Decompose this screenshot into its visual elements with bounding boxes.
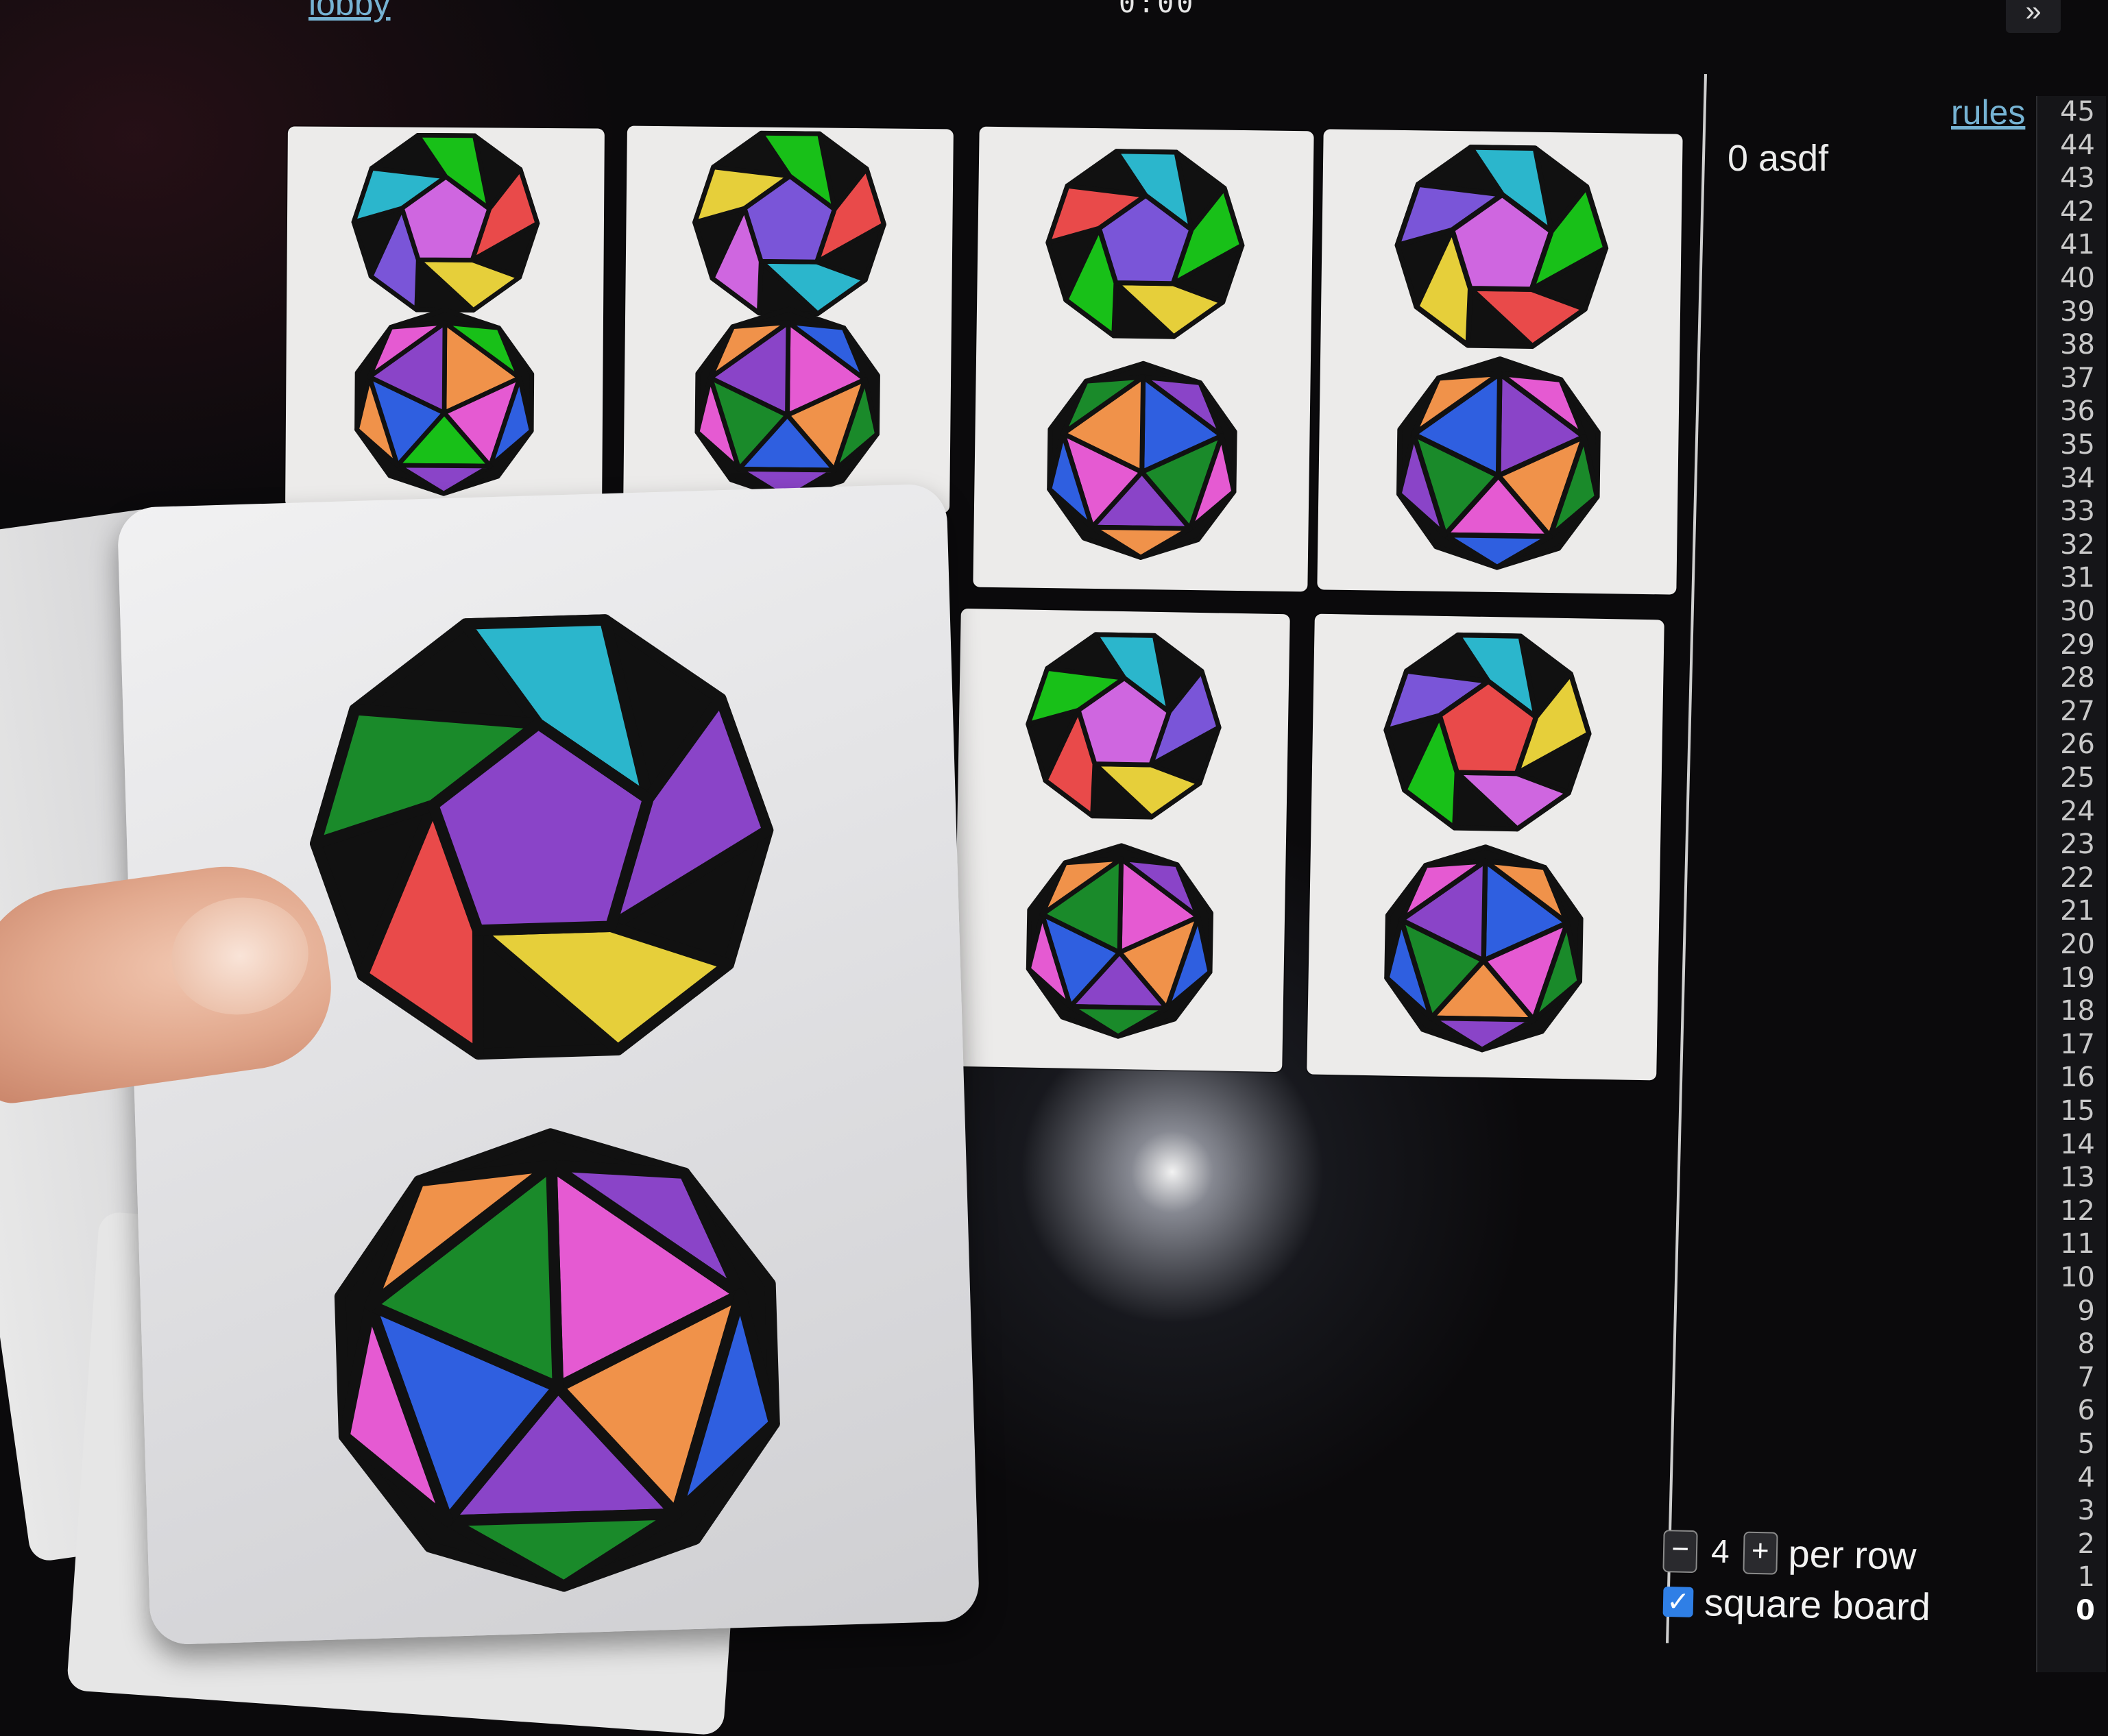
dodecahedron-icon <box>310 614 774 1060</box>
line-number: 32 <box>2060 528 2095 561</box>
per-row-value: 4 <box>1710 1533 1730 1571</box>
dodecahedron-icon <box>1383 632 1592 832</box>
square-board-checkbox[interactable]: ✓ <box>1662 1586 1694 1617</box>
dodecahedron-icon <box>351 132 540 313</box>
card-artwork <box>1045 149 1245 560</box>
player-score: 0 asdf <box>1728 138 1829 179</box>
board-card[interactable] <box>1317 129 1683 595</box>
per-row-control: − 4 + per row <box>1662 1528 1917 1578</box>
card-artwork <box>351 132 540 496</box>
line-number: 29 <box>2060 628 2095 661</box>
photo-scene: lobby 0:00 » rules 0 asdf − 4 + per row … <box>0 0 2108 1736</box>
line-number: 41 <box>2060 229 2095 261</box>
line-number: 0 <box>2076 1595 2095 1626</box>
icosahedron-icon <box>1047 360 1237 560</box>
line-number: 43 <box>2060 162 2095 195</box>
line-number: 44 <box>2060 129 2095 161</box>
line-number: 4 <box>2077 1461 2095 1493</box>
line-number: 22 <box>2060 861 2095 894</box>
line-number: 23 <box>2060 829 2095 861</box>
line-number: 9 <box>2077 1295 2095 1327</box>
icosahedron-icon <box>1384 844 1584 1053</box>
card-artwork <box>692 130 886 501</box>
square-board-control: ✓ square board <box>1662 1579 1931 1629</box>
line-number: 30 <box>2060 596 2095 627</box>
line-number: 21 <box>2060 895 2095 927</box>
line-number: 1 <box>2077 1561 2095 1593</box>
line-number: 33 <box>2060 496 2095 528</box>
line-number: 40 <box>2060 262 2095 294</box>
line-number: 11 <box>2060 1228 2095 1260</box>
lobby-link[interactable]: lobby <box>308 0 391 23</box>
line-number: 24 <box>2060 795 2095 827</box>
dodecahedron-icon <box>1026 632 1222 820</box>
forward-button[interactable]: » <box>2006 0 2061 33</box>
dodecahedron-icon <box>1045 149 1245 339</box>
dodecahedron-icon <box>692 130 886 317</box>
board-card[interactable] <box>973 126 1314 592</box>
line-number: 3 <box>2077 1495 2095 1527</box>
line-number: 34 <box>2060 462 2095 494</box>
line-number: 39 <box>2060 295 2095 328</box>
increment-button[interactable]: + <box>1743 1531 1778 1575</box>
line-number: 13 <box>2060 1162 2095 1194</box>
line-number: 16 <box>2060 1062 2095 1094</box>
line-number: 38 <box>2060 329 2095 361</box>
icosahedron-icon <box>1396 356 1601 570</box>
line-number: 17 <box>2060 1028 2095 1060</box>
rules-link[interactable]: rules <box>1951 93 2025 132</box>
game-timer: 0:00 <box>1119 0 1196 19</box>
board-card[interactable] <box>953 608 1290 1073</box>
icosahedron-icon <box>694 306 880 501</box>
icosahedron-icon <box>1026 843 1214 1039</box>
line-number: 7 <box>2077 1361 2095 1393</box>
line-number: 8 <box>2077 1328 2095 1360</box>
card-artwork <box>1383 632 1592 1053</box>
line-number: 19 <box>2060 962 2095 994</box>
editor-line-gutter: 45 44 43 42 41 40 39 38 37 36 35 34 33 32 31 30 29 28 27 26… <box>2036 96 2106 1672</box>
line-number: 25 <box>2060 762 2095 794</box>
line-number: 15 <box>2060 1095 2095 1127</box>
icosahedron-icon <box>354 307 535 496</box>
line-number: 10 <box>2060 1262 2095 1293</box>
decrement-button[interactable]: − <box>1662 1529 1698 1573</box>
board-card[interactable] <box>285 126 605 510</box>
line-number: 26 <box>2060 729 2095 761</box>
line-number: 37 <box>2060 362 2095 394</box>
line-number: 14 <box>2060 1128 2095 1160</box>
line-number: 6 <box>2077 1395 2095 1427</box>
line-number: 36 <box>2060 395 2095 428</box>
line-number: 45 <box>2060 96 2095 127</box>
line-number: 18 <box>2060 995 2095 1027</box>
dodecahedron-icon <box>1394 145 1609 349</box>
line-number: 28 <box>2060 662 2095 694</box>
line-number: 5 <box>2077 1428 2095 1460</box>
board-card[interactable] <box>1307 613 1664 1081</box>
line-number: 20 <box>2060 929 2095 960</box>
icosahedron-icon <box>334 1128 780 1592</box>
square-board-label: square board <box>1704 1580 1931 1629</box>
per-row-label: per row <box>1788 1531 1917 1578</box>
line-number: 31 <box>2060 562 2095 594</box>
card-artwork <box>1026 632 1222 1039</box>
line-number: 35 <box>2060 429 2095 461</box>
board-card[interactable] <box>623 125 954 513</box>
line-number: 2 <box>2077 1528 2095 1560</box>
line-number: 27 <box>2060 695 2095 727</box>
line-number: 42 <box>2060 195 2095 228</box>
card-artwork <box>1394 145 1609 570</box>
line-number: 12 <box>2060 1195 2095 1227</box>
